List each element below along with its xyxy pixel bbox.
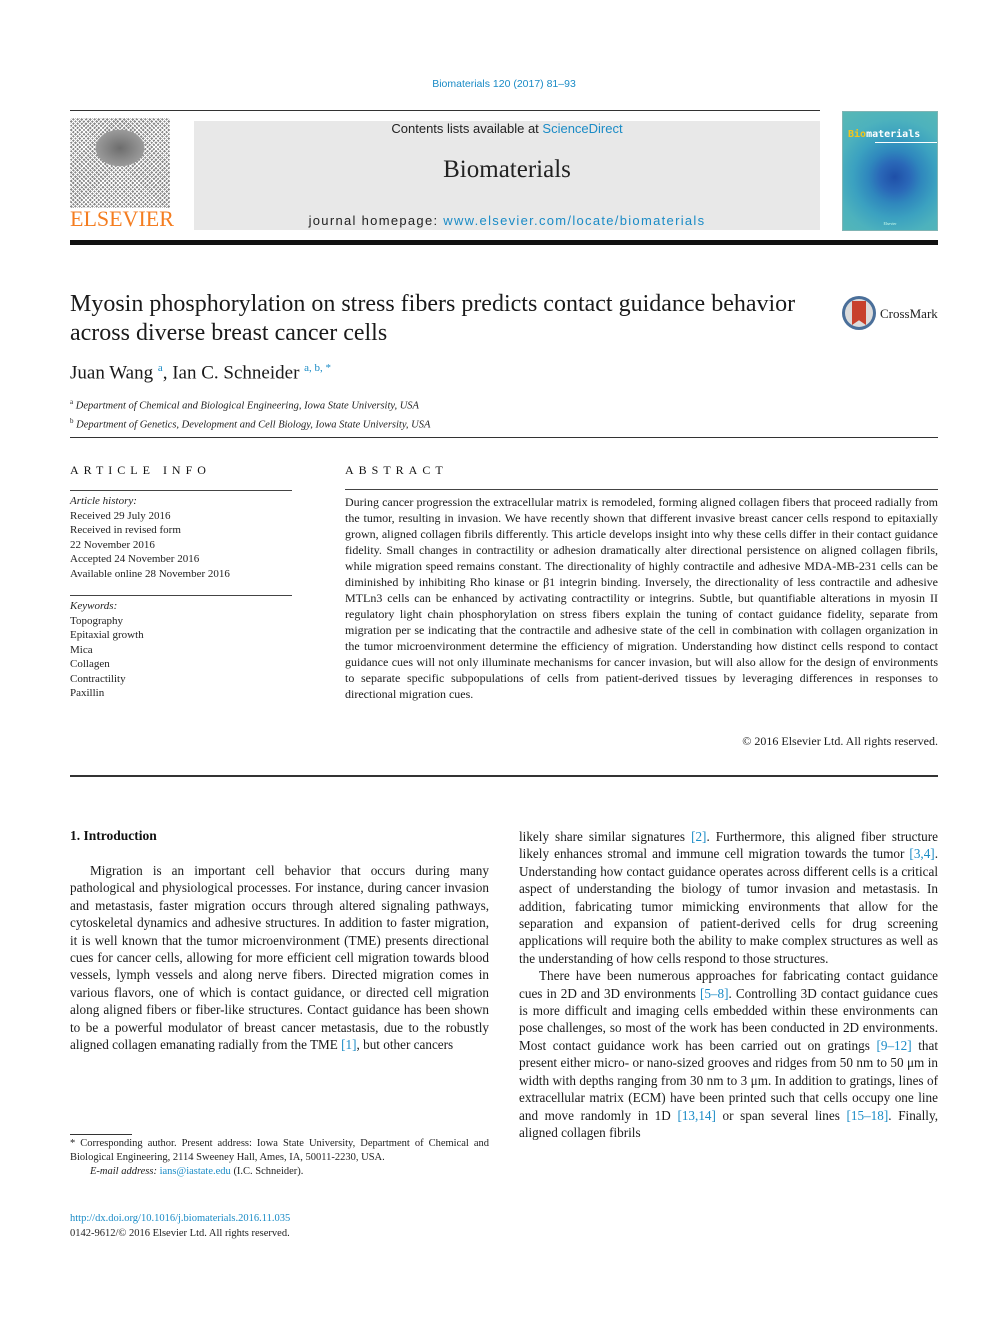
- doi-block: http://dx.doi.org/10.1016/j.biomaterials…: [70, 1211, 290, 1241]
- body-column-left: Migration is an important cell behavior …: [70, 862, 489, 1053]
- journal-homepage: journal homepage: www.elsevier.com/locat…: [308, 213, 706, 228]
- article-title: Myosin phosphorylation on stress fibers …: [70, 291, 796, 346]
- divider: [70, 595, 292, 596]
- author-affiliation-link[interactable]: a, b, *: [304, 362, 331, 374]
- divider: [70, 490, 292, 491]
- divider: [70, 437, 938, 438]
- history-item: Received in revised form: [70, 524, 181, 536]
- abstract-heading: ABSTRACT: [345, 463, 448, 477]
- corresponding-author-note: * Corresponding author. Present address:…: [70, 1138, 489, 1163]
- reference-link[interactable]: [3,4]: [909, 846, 934, 861]
- cover-line: [875, 142, 937, 143]
- keywords-label: Keywords:: [70, 600, 118, 612]
- author-list: Juan Wang a, Ian C. Schneider a, b, *: [70, 362, 332, 384]
- footnote: * Corresponding author. Present address:…: [70, 1137, 489, 1179]
- paragraph: There have been numerous approaches for …: [519, 968, 939, 1140]
- section-heading: 1. Introduction: [70, 828, 157, 843]
- email-note: E-mail address: ians@iastate.edu (I.C. S…: [90, 1166, 304, 1177]
- article-history: Article history: Received 29 July 2016 R…: [70, 494, 230, 581]
- reference-link[interactable]: [9–12]: [876, 1038, 911, 1053]
- journal-cover-image[interactable]: Biomaterials Elsevier: [842, 111, 938, 231]
- divider: [345, 489, 938, 490]
- issn-copyright: 0142-9612/© 2016 Elsevier Ltd. All right…: [70, 1228, 290, 1239]
- crossmark-button[interactable]: CrossMark: [842, 296, 942, 336]
- journal-name: Biomaterials: [443, 156, 571, 183]
- body-column-right: likely share similar signatures [2]. Fur…: [519, 828, 938, 1141]
- author-name: Ian C. Schneider: [172, 362, 300, 384]
- keyword: Mica: [70, 643, 93, 656]
- keywords: Keywords: Topography Epitaxial growth Mi…: [70, 599, 144, 701]
- author-affiliation-link[interactable]: a: [158, 362, 163, 374]
- top-rule: [70, 110, 820, 111]
- doi-link[interactable]: http://dx.doi.org/10.1016/j.biomaterials…: [70, 1213, 290, 1224]
- elsevier-wordmark: ELSEVIER: [70, 206, 174, 231]
- keyword: Epitaxial growth: [70, 629, 144, 641]
- cover-title: Biomaterials: [848, 129, 921, 140]
- elsevier-logo[interactable]: ELSEVIER: [70, 118, 190, 232]
- reference-link[interactable]: [5–8]: [700, 986, 729, 1001]
- keyword: Topography: [70, 614, 123, 627]
- article-info-heading: ARTICLE INFO: [70, 463, 211, 477]
- history-item: Accepted 24 November 2016: [70, 553, 200, 565]
- header-thick-rule: [70, 240, 938, 245]
- affiliations: a Department of Chemical and Biological …: [70, 395, 430, 432]
- abstract-copyright: © 2016 Elsevier Ltd. All rights reserved…: [742, 734, 938, 748]
- abstract-text: During cancer progression the extracellu…: [345, 495, 938, 701]
- sciencedirect-link[interactable]: ScienceDirect: [542, 121, 622, 136]
- history-item: Available online 28 November 2016: [70, 567, 230, 580]
- keyword: Contractility: [70, 672, 126, 685]
- paragraph: likely share similar signatures [2]. Fur…: [519, 829, 938, 966]
- contents-available: Contents lists available at ScienceDirec…: [391, 121, 623, 136]
- affiliation: b Department of Genetics, Development an…: [70, 416, 431, 431]
- affiliation: a Department of Chemical and Biological …: [70, 398, 419, 412]
- footnote-rule: [70, 1134, 132, 1135]
- history-item: Received 29 July 2016: [70, 509, 171, 522]
- homepage-link[interactable]: www.elsevier.com/locate/biomaterials: [443, 213, 705, 228]
- elsevier-tree-icon: [70, 118, 170, 208]
- email-link[interactable]: ians@iastate.edu: [160, 1166, 231, 1177]
- crossmark-label: CrossMark: [880, 306, 938, 321]
- keyword: Paxillin: [70, 687, 105, 699]
- reference-link[interactable]: [13,14]: [677, 1108, 715, 1123]
- keyword: Collagen: [70, 658, 110, 670]
- reference-link[interactable]: [2]: [691, 829, 706, 844]
- history-item: 22 November 2016: [70, 538, 155, 551]
- cover-publisher: Elsevier: [883, 221, 897, 226]
- divider: [70, 775, 938, 777]
- paragraph: Migration is an important cell behavior …: [70, 863, 489, 1053]
- citation-link[interactable]: Biomaterials 120 (2017) 81–93: [432, 78, 576, 90]
- reference-link[interactable]: [15–18]: [847, 1108, 889, 1123]
- author-name: Juan Wang: [70, 362, 154, 384]
- history-label: Article history:: [70, 495, 137, 507]
- reference-link[interactable]: [1]: [341, 1037, 356, 1052]
- journal-citation[interactable]: Biomaterials 120 (2017) 81–93: [0, 78, 992, 90]
